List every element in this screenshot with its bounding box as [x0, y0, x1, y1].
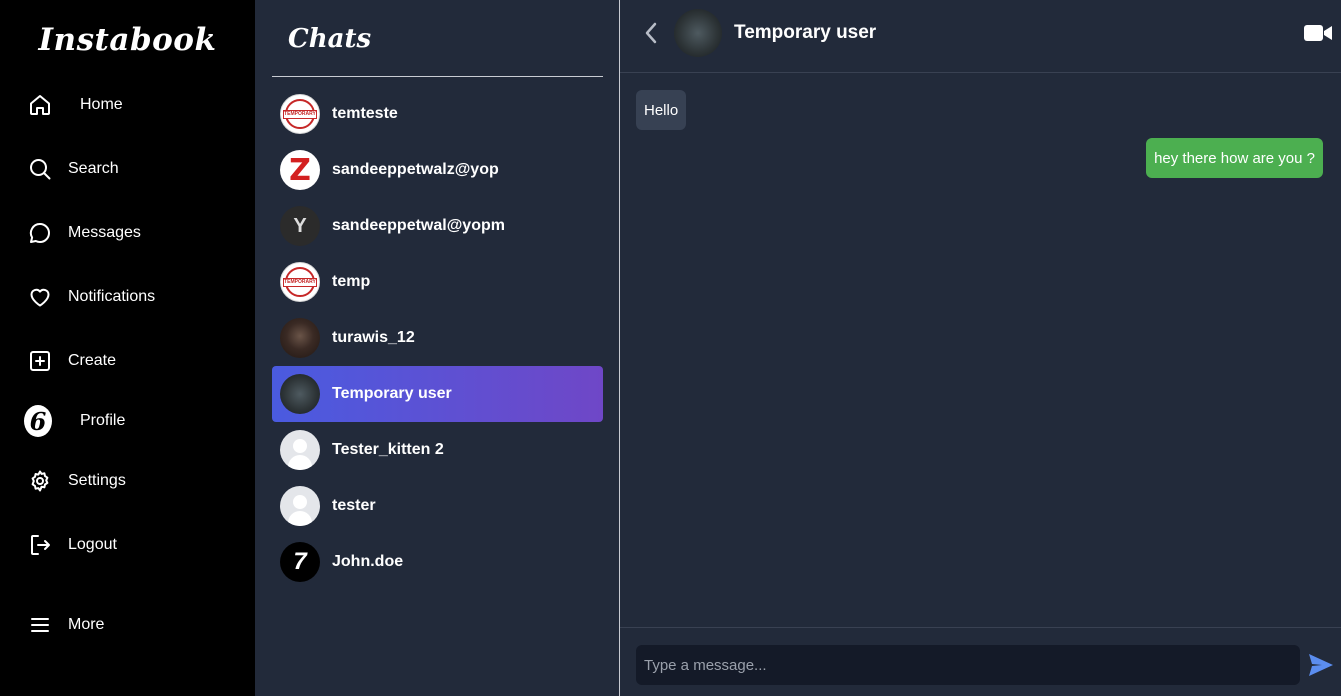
avatar: Y	[280, 206, 320, 246]
default-user-icon	[280, 486, 320, 526]
send-button[interactable]	[1308, 653, 1334, 677]
back-button[interactable]	[640, 20, 662, 46]
nav-label: Search	[68, 160, 119, 177]
avatar: TEMPORARY	[280, 262, 320, 302]
message-composer	[620, 627, 1341, 696]
chat-name: turawis_12	[332, 329, 415, 346]
chat-name: Temporary user	[332, 385, 452, 402]
nav-item-notifications[interactable]: Notifications	[28, 281, 155, 313]
video-camera-icon	[1304, 25, 1332, 41]
nav-item-create[interactable]: Create	[28, 345, 116, 377]
plus-square-icon	[28, 349, 52, 373]
chat-list-item[interactable]: Tester_kitten 2	[272, 422, 603, 478]
video-call-button[interactable]	[1303, 22, 1333, 44]
sidebar-nav: Instabook Home Search Messages Notificat…	[0, 0, 255, 696]
search-icon	[28, 157, 52, 181]
chat-list-item[interactable]: tester	[272, 478, 603, 534]
chats-title: Chats	[288, 24, 372, 54]
avatar	[280, 374, 320, 414]
nav-item-home[interactable]: Home	[28, 89, 123, 121]
chat-list-item[interactable]: 7 John.doe	[272, 534, 603, 590]
message-icon	[28, 221, 52, 245]
avatar: 7	[280, 542, 320, 582]
chat-name: temp	[332, 273, 371, 290]
send-icon	[1309, 654, 1333, 676]
contact-avatar[interactable]	[674, 9, 722, 57]
chat-name: sandeeppetwal@yopm	[332, 217, 505, 234]
contact-name: Temporary user	[734, 22, 877, 43]
nav-label: Messages	[68, 224, 141, 241]
hamburger-icon	[28, 613, 52, 637]
nav-label: Logout	[68, 536, 117, 553]
nav-item-search[interactable]: Search	[28, 153, 119, 185]
chat-name: sandeeppetwalz@yop	[332, 161, 499, 178]
nav-label: More	[68, 616, 105, 633]
nav-label: Create	[68, 352, 117, 369]
nav-label: Home	[80, 96, 123, 113]
chat-name: tester	[332, 497, 376, 514]
conversation-header: Temporary user	[620, 0, 1341, 73]
chat-list-panel: Chats TEMPORARY temteste Z sandeeppetwal…	[255, 0, 619, 696]
nav-label: Profile	[80, 412, 126, 429]
conversation-panel: Temporary user Hello hey there how are y…	[620, 0, 1341, 696]
nav-item-messages[interactable]: Messages	[28, 217, 141, 249]
chat-list-item[interactable]: Z sandeeppetwalz@yop	[272, 142, 603, 198]
avatar: TEMPORARY	[280, 94, 320, 134]
chat-list-item[interactable]: TEMPORARY temteste	[272, 86, 603, 142]
message-bubble-incoming: Hello	[636, 90, 687, 130]
chat-list-item-active[interactable]: Temporary user	[272, 366, 603, 422]
nav-label: Notifications	[68, 288, 156, 305]
chat-name: temteste	[332, 105, 398, 122]
default-user-icon	[280, 430, 320, 470]
nav-item-settings[interactable]: Settings	[28, 465, 126, 497]
chat-list-item[interactable]: Y sandeeppetwal@yopm	[272, 198, 603, 254]
chevron-left-icon	[645, 22, 657, 44]
chat-list-item[interactable]: TEMPORARY temp	[272, 254, 603, 310]
home-icon	[28, 93, 52, 117]
chat-name: John.doe	[332, 553, 404, 570]
nav-item-profile[interactable]: 6 Profile	[24, 405, 126, 437]
logout-icon	[28, 533, 52, 557]
gear-icon	[28, 469, 52, 493]
heart-icon	[28, 285, 52, 309]
avatar	[280, 318, 320, 358]
brand-logo[interactable]: Instabook	[0, 22, 255, 58]
message-bubble-outgoing: hey there how are you ?	[1146, 138, 1323, 178]
chats-divider	[272, 76, 603, 77]
nav-item-logout[interactable]: Logout	[28, 529, 117, 561]
message-input[interactable]	[636, 645, 1300, 685]
avatar: Z	[280, 150, 320, 190]
chat-list-item[interactable]: turawis_12	[272, 310, 603, 366]
profile-avatar: 6	[24, 405, 52, 437]
nav-label: Settings	[68, 472, 126, 489]
nav-item-more[interactable]: More	[28, 609, 104, 641]
chat-name: Tester_kitten 2	[332, 441, 444, 458]
